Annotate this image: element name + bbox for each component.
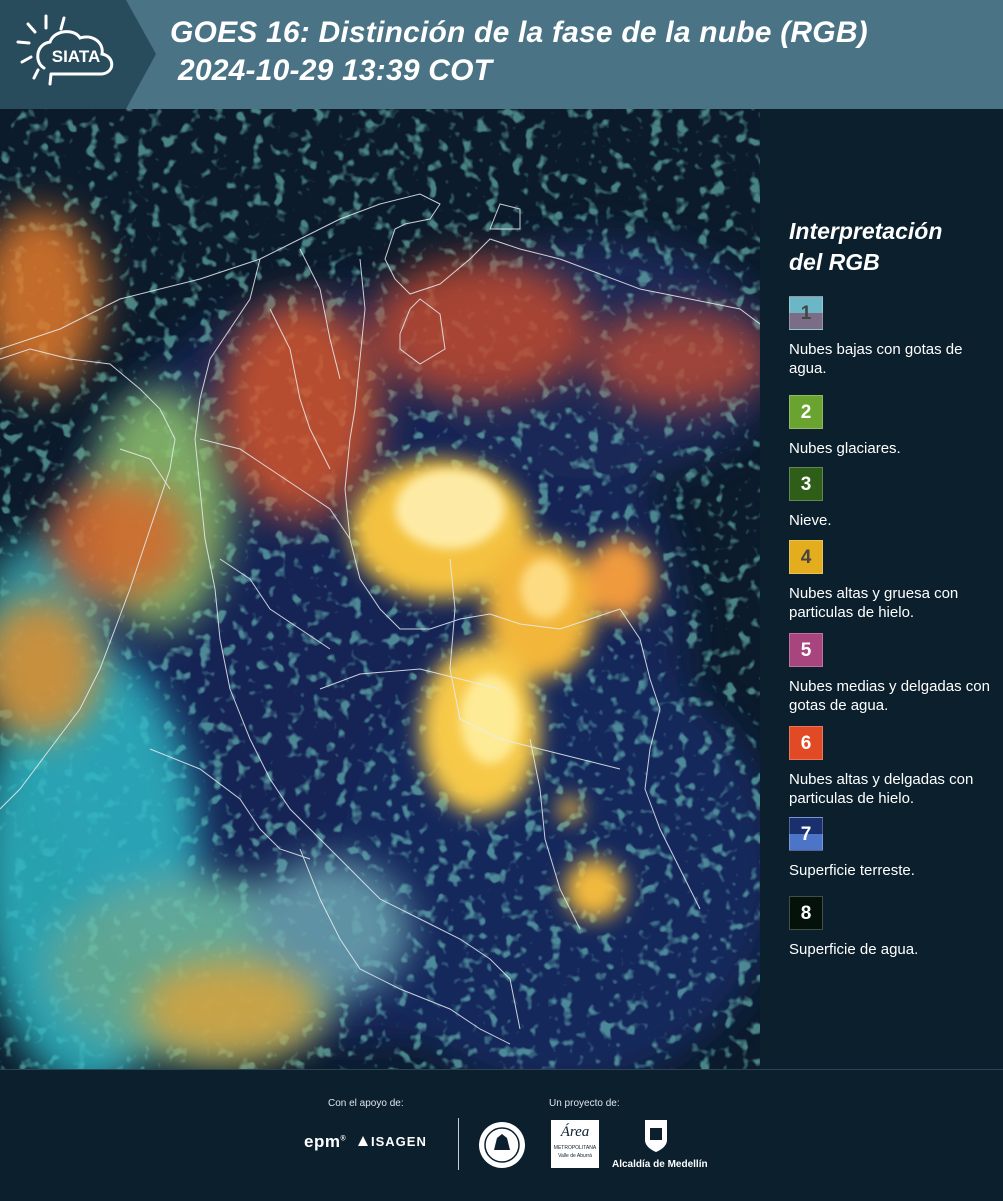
legend-swatch-7: 7 bbox=[789, 817, 823, 851]
logo-text: SIATA bbox=[52, 47, 100, 66]
header-bar: SIATA GOES 16: Distinción de la fase de … bbox=[0, 0, 1003, 109]
legend-item-7: 7 Superficie terreste. bbox=[789, 817, 994, 880]
legend-item-label: Nubes altas y gruesa con particulas de h… bbox=[789, 585, 959, 621]
legend-item-4: 4 Nubes altas y gruesa con particulas de … bbox=[789, 540, 994, 622]
siata-logo-block: SIATA bbox=[0, 0, 156, 109]
legend-item-6: 6 Nubes altas y delgadas con particulas d… bbox=[789, 726, 994, 808]
area-logo-sub-1: METROPOLITANA bbox=[553, 1145, 597, 1151]
title-line-2: 2024-10-29 13:39 COT bbox=[178, 54, 493, 87]
legend-item-8: 8 Superficie de agua. bbox=[789, 896, 994, 959]
legend-swatch-5: 5 bbox=[789, 633, 823, 667]
medellin-shield-icon bbox=[645, 1120, 667, 1152]
legend-item-1: 1 Nubes bajas con gotas de agua. bbox=[789, 296, 994, 378]
satellite-rgb-map bbox=[0, 109, 760, 1069]
legend-item-label: Nubes altas y delgadas con particulas de… bbox=[789, 771, 974, 807]
area-metropolitana-logo: Área METROPOLITANA Valle de Aburrá bbox=[551, 1120, 599, 1168]
legend-item-label: Nieve. bbox=[789, 512, 832, 529]
legend-swatch-2: 2 bbox=[789, 395, 823, 429]
legend-item-3: 3 Nieve. bbox=[789, 467, 994, 530]
legend-swatch-number: 1 bbox=[800, 303, 812, 324]
legend-item-label: Superficie terreste. bbox=[789, 862, 915, 879]
legend-swatch-6: 6 bbox=[789, 726, 823, 760]
legend-item-5: 5 Nubes medias y delgadas con gotas de ag… bbox=[789, 633, 994, 715]
legend-swatch-number: 3 bbox=[800, 474, 812, 495]
legend-swatch-number: 2 bbox=[800, 402, 812, 423]
legend-item-2: 2 Nubes glaciares. bbox=[789, 395, 994, 458]
legend-swatch-number: 6 bbox=[800, 733, 812, 754]
legend-swatch-number: 8 bbox=[800, 903, 812, 924]
footer: Con el apoyo de: Un proyecto de: epm® IS… bbox=[0, 1069, 1003, 1201]
legend-item-label: Nubes bajas con gotas de agua. bbox=[789, 341, 963, 377]
alcaldia-label: Alcaldía de Medellín bbox=[612, 1159, 708, 1170]
legend-swatch-number: 4 bbox=[800, 547, 812, 568]
seal-logo bbox=[479, 1122, 525, 1168]
legend-item-label: Nubes glaciares. bbox=[789, 440, 901, 457]
isagen-logo-text: ISAGEN bbox=[371, 1134, 427, 1149]
legend-swatch-number: 5 bbox=[800, 640, 812, 661]
epm-logo-text: epm bbox=[304, 1132, 341, 1151]
legend-title-line-2: del RGB bbox=[789, 249, 880, 275]
legend-swatch-3: 3 bbox=[789, 467, 823, 501]
legend-swatch-1: 1 bbox=[789, 296, 823, 330]
legend-title-line-1: Interpretación bbox=[789, 218, 943, 244]
support-label: Con el apoyo de: bbox=[328, 1098, 404, 1109]
legend-swatch-number: 7 bbox=[800, 824, 812, 845]
area-logo-text: Área bbox=[560, 1124, 590, 1140]
footer-divider bbox=[458, 1118, 459, 1170]
area-logo-sub-2: Valle de Aburrá bbox=[558, 1153, 592, 1159]
legend-swatch-8: 8 bbox=[789, 896, 823, 930]
title-line-1: GOES 16: Distinción de la fase de la nub… bbox=[170, 16, 868, 49]
page-title: GOES 16: Distinción de la fase de la nub… bbox=[170, 14, 868, 90]
project-label: Un proyecto de: bbox=[549, 1098, 620, 1109]
legend-title: Interpretación del RGB bbox=[789, 216, 942, 278]
epm-logo: epm® bbox=[304, 1132, 347, 1151]
rgb-legend: Interpretación del RGB 1 Nubes bajas con … bbox=[760, 109, 1003, 1069]
legend-item-label: Superficie de agua. bbox=[789, 941, 919, 958]
isagen-logo: ISAGEN bbox=[358, 1134, 427, 1149]
isagen-icon bbox=[358, 1136, 368, 1146]
legend-swatch-4: 4 bbox=[789, 540, 823, 574]
legend-item-label: Nubes medias y delgadas con gotas de agu… bbox=[789, 678, 990, 714]
